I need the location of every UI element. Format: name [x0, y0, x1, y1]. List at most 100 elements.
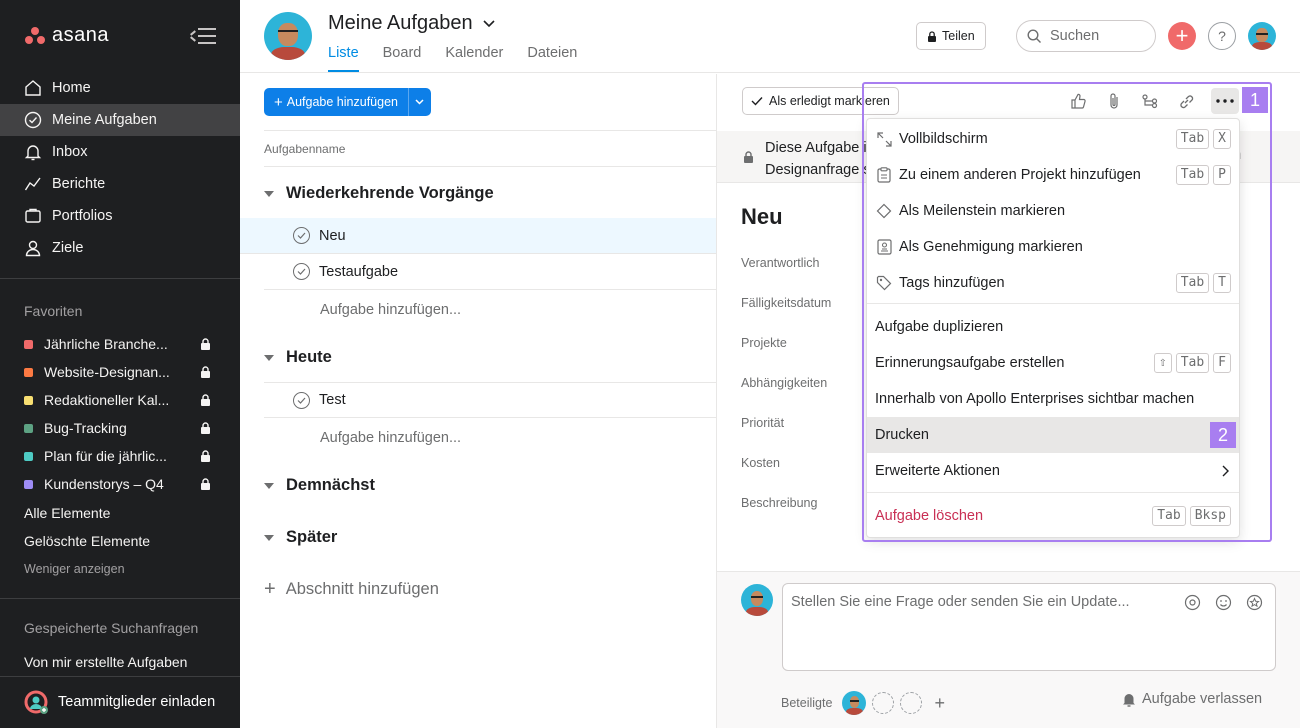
- add-task-inline[interactable]: Aufgabe hinzufügen...: [320, 302, 461, 318]
- favorite-label: Plan für die jährlic...: [44, 448, 167, 464]
- favorite-item[interactable]: Plan für die jährlic...: [0, 442, 240, 470]
- add-follower-icon[interactable]: +: [934, 693, 945, 714]
- followers-bar: Beteiligte +: [781, 691, 945, 715]
- caret-down-icon[interactable]: [264, 354, 274, 361]
- mention-icon[interactable]: [1184, 594, 1201, 611]
- favorite-item[interactable]: Bug-Tracking: [0, 414, 240, 442]
- task-name: Test: [319, 392, 346, 408]
- nav-home-label: Home: [52, 80, 91, 96]
- saved-searches-title[interactable]: Gespeicherte Suchanfragen: [24, 620, 198, 636]
- complete-check-icon[interactable]: [293, 391, 310, 409]
- favorite-label: Jährliche Branche...: [44, 336, 168, 352]
- page-title[interactable]: Meine Aufgaben: [328, 12, 495, 35]
- favorite-label: Redaktioneller Kal...: [44, 392, 170, 408]
- section-title: Wiederkehrende Vorgänge: [286, 184, 494, 202]
- star-icon[interactable]: [1246, 594, 1263, 611]
- lock-icon: [928, 30, 936, 42]
- field-label-due-date: Fälligkeitsdatum: [741, 296, 832, 310]
- favorite-item[interactable]: Website-Designan...: [0, 358, 240, 386]
- project-color-dot: [24, 451, 33, 461]
- lock-icon: [201, 366, 210, 378]
- section-header[interactable]: Später: [264, 528, 337, 547]
- folder-icon: [24, 207, 42, 225]
- lock-icon: [201, 338, 210, 350]
- add-follower-placeholder-icon[interactable]: [872, 692, 895, 714]
- task-title[interactable]: Neu: [741, 204, 783, 230]
- chevron-down-icon[interactable]: [482, 19, 495, 28]
- follower-avatar[interactable]: [842, 691, 867, 715]
- favorite-item[interactable]: Kundenstorys – Q4: [0, 470, 240, 498]
- share-label: Teilen: [942, 29, 975, 43]
- saved-search-item[interactable]: Von mir erstellte Aufgaben: [24, 654, 187, 670]
- nav-reports[interactable]: Berichte: [0, 168, 240, 200]
- help-button[interactable]: ?: [1208, 22, 1236, 50]
- user-avatar[interactable]: [264, 12, 312, 60]
- bell-icon: [24, 143, 42, 161]
- task-row[interactable]: Test: [264, 382, 717, 418]
- person-icon: [24, 239, 42, 257]
- tab-files[interactable]: Dateien: [527, 45, 577, 72]
- section-header[interactable]: Heute: [264, 348, 332, 367]
- emoji-icon[interactable]: [1215, 594, 1232, 611]
- plus-icon: +: [274, 93, 283, 111]
- search-input[interactable]: Suchen: [1016, 20, 1156, 52]
- sidebar-divider: [0, 278, 240, 279]
- field-label-assignee: Verantwortlich: [741, 256, 820, 270]
- project-color-dot: [24, 423, 33, 433]
- asana-logo-icon: [24, 26, 46, 45]
- account-avatar[interactable]: [1248, 22, 1276, 50]
- task-row[interactable]: Neu: [240, 218, 717, 254]
- highlight-tag-2: 2: [1210, 422, 1236, 448]
- favorite-item[interactable]: Jährliche Branche...: [0, 330, 240, 358]
- complete-check-icon[interactable]: [293, 227, 310, 244]
- favorite-label: Bug-Tracking: [44, 420, 127, 436]
- invite-members-button[interactable]: Teammitglieder einladen: [24, 690, 215, 714]
- plus-icon: +: [1175, 23, 1189, 48]
- section-header[interactable]: Wiederkehrende Vorgänge: [264, 184, 494, 203]
- project-color-dot: [24, 367, 33, 377]
- favorites-title[interactable]: Favoriten: [24, 303, 82, 319]
- task-row[interactable]: Testaufgabe: [264, 254, 717, 290]
- help-icon: ?: [1218, 28, 1226, 44]
- tab-board[interactable]: Board: [383, 45, 422, 72]
- tab-calendar[interactable]: Kalender: [445, 45, 503, 72]
- caret-down-icon[interactable]: [264, 482, 274, 489]
- quick-add-button[interactable]: +: [1168, 22, 1196, 50]
- invite-icon: [24, 690, 48, 714]
- nav-goals[interactable]: Ziele: [0, 232, 240, 264]
- search-icon: [1027, 28, 1041, 43]
- nav-inbox[interactable]: Inbox: [0, 136, 240, 168]
- nav-portfolios[interactable]: Portfolios: [0, 200, 240, 232]
- deleted-items-link[interactable]: Gelöschte Elemente: [24, 533, 150, 549]
- section-header[interactable]: Demnächst: [264, 476, 375, 495]
- collapse-sidebar-icon[interactable]: [190, 26, 216, 46]
- section-title: Demnächst: [286, 476, 375, 494]
- comment-tools: [1184, 594, 1263, 611]
- field-label-projects: Projekte: [741, 336, 787, 350]
- comment-input[interactable]: Stellen Sie eine Frage oder senden Sie e…: [782, 583, 1276, 671]
- leave-task-label: Aufgabe verlassen: [1142, 691, 1263, 707]
- column-header-task-name[interactable]: Aufgabenname: [264, 130, 717, 167]
- add-section-button[interactable]: + Abschnitt hinzufügen: [264, 578, 439, 601]
- add-follower-placeholder-icon[interactable]: [900, 692, 923, 714]
- section-title: Später: [286, 528, 338, 546]
- main-nav: Home Meine Aufgaben Inbox Berichte Portf…: [0, 72, 240, 264]
- share-button[interactable]: Teilen: [916, 22, 986, 50]
- task-name: Neu: [319, 227, 346, 244]
- leave-task-button[interactable]: Aufgabe verlassen: [1122, 691, 1262, 707]
- caret-down-icon[interactable]: [264, 534, 274, 541]
- asana-logo[interactable]: asana: [24, 24, 109, 47]
- favorite-item[interactable]: Redaktioneller Kal...: [0, 386, 240, 414]
- caret-down-icon[interactable]: [264, 190, 274, 197]
- add-task-button[interactable]: + Aufgabe hinzufügen: [264, 88, 408, 116]
- add-task-dropdown[interactable]: [407, 88, 431, 116]
- tab-list[interactable]: Liste: [328, 45, 359, 72]
- all-items-link[interactable]: Alle Elemente: [24, 505, 110, 521]
- nav-home[interactable]: Home: [0, 72, 240, 104]
- nav-my-tasks[interactable]: Meine Aufgaben: [0, 104, 240, 136]
- complete-check-icon[interactable]: [293, 263, 310, 280]
- show-less-link[interactable]: Weniger anzeigen: [24, 562, 125, 576]
- add-task-inline[interactable]: Aufgabe hinzufügen...: [320, 430, 461, 446]
- invite-label: Teammitglieder einladen: [58, 694, 216, 710]
- sidebar: asana Home Meine Aufgaben Inbox Berichte…: [0, 0, 240, 728]
